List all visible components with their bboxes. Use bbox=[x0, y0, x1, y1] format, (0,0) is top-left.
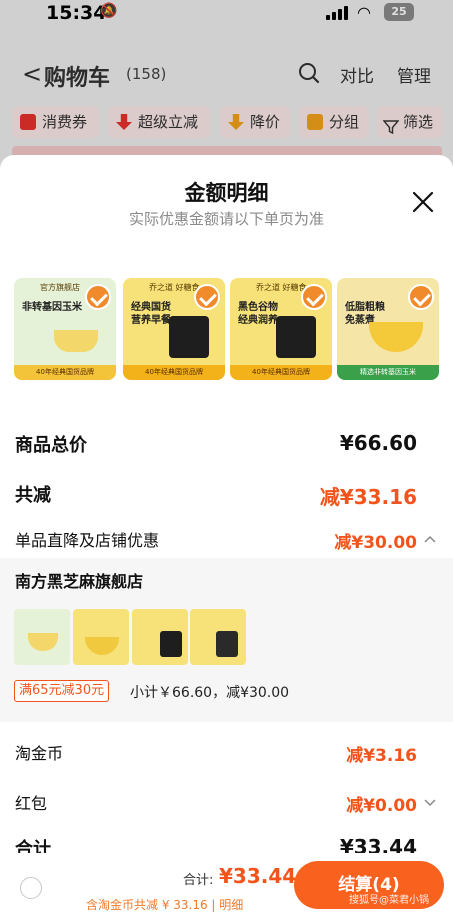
corn-paste-product-icon bbox=[369, 322, 423, 352]
store-discount-label: 单品直降及店铺优惠 bbox=[15, 531, 160, 550]
total-discount-label: 共减 bbox=[15, 485, 51, 506]
checked-icon[interactable] bbox=[408, 284, 434, 310]
select-all-radio[interactable] bbox=[20, 877, 42, 899]
corn-paste-product-icon bbox=[85, 637, 119, 655]
goods-total-label: 商品总价 bbox=[15, 435, 87, 456]
product-brand: 乔之道 好糖食 bbox=[149, 283, 200, 292]
selected-products-row: 官方旗舰店 非转基因玉米 40年经典国货品牌 乔之道 好糖食 经典国货 营养早餐… bbox=[0, 278, 453, 382]
taojinbi-label: 淘金币 bbox=[15, 744, 64, 763]
product-footer: 40年经典国货品牌 bbox=[123, 365, 225, 380]
sheet-subtitle: 实际优惠金额请以下单页为准 bbox=[128, 210, 324, 228]
close-icon[interactable] bbox=[410, 189, 436, 215]
product-footer: 精选非转基因玉米 bbox=[337, 365, 439, 380]
taojinbi-value: 减¥3.16 bbox=[346, 746, 417, 766]
checked-icon[interactable] bbox=[194, 284, 220, 310]
black-grain-product-icon bbox=[160, 631, 182, 657]
mini-product-thumbnail bbox=[14, 609, 70, 665]
product-thumbnail[interactable]: 官方旗舰店 非转基因玉米 40年经典国货品牌 bbox=[14, 278, 116, 380]
checked-icon[interactable] bbox=[85, 284, 111, 310]
product-thumbnail[interactable]: 乔之道 好糖食 经典国货 营养早餐 40年经典国货品牌 bbox=[123, 278, 225, 380]
product-footer: 40年经典国货品牌 bbox=[14, 365, 116, 380]
chevron-down-icon[interactable] bbox=[424, 799, 436, 807]
red-packet-row[interactable]: 红包 减¥0.00 bbox=[0, 785, 453, 817]
promo-subtotal: 小计￥66.60，减¥30.00 bbox=[130, 685, 290, 701]
mini-product-thumbnail bbox=[132, 609, 188, 665]
taojinbi-row: 淘金币 减¥3.16 bbox=[0, 735, 453, 767]
checkout-detail-link[interactable]: 含淘金币共减 ¥ 33.16 | 明细 bbox=[86, 896, 243, 913]
sheet-title: 金额明细 bbox=[184, 181, 269, 205]
goods-total-value: ¥66.60 bbox=[339, 431, 417, 455]
product-thumbnail[interactable]: 乔之道 好糖食 黑色谷物 经典润养 40年经典国货品牌 bbox=[230, 278, 332, 380]
total-discount-row: 共减 减¥33.16 bbox=[0, 477, 453, 513]
store-discount-value: 减¥30.00 bbox=[334, 533, 417, 553]
shop-name: 南方黑芝麻旗舰店 bbox=[15, 572, 144, 591]
promo-tag: 满65元减30元 bbox=[14, 680, 110, 702]
mini-product-thumbnail bbox=[190, 609, 246, 665]
checked-icon[interactable] bbox=[301, 284, 327, 310]
shop-discount-block: 南方黑芝麻旗舰店 满65元减30元 小计￥66.60，减¥30.00 bbox=[0, 558, 453, 722]
sesame-product-icon bbox=[216, 631, 238, 657]
product-line1: 非转基因玉米 bbox=[22, 302, 82, 313]
amount-detail-sheet: 金额明细 实际优惠金额请以下单页为准 官方旗舰店 非转基因玉米 40年经典国货品… bbox=[0, 155, 453, 915]
store-discount-row[interactable]: 单品直降及店铺优惠 减¥30.00 bbox=[0, 523, 453, 555]
checkout-total-label: 合计: bbox=[183, 873, 214, 888]
goods-total-row: 商品总价 ¥66.60 bbox=[0, 427, 453, 463]
red-packet-label: 红包 bbox=[15, 794, 48, 813]
corn-product-icon bbox=[54, 330, 98, 352]
sesame-product-icon bbox=[169, 316, 209, 358]
black-grain-product-icon bbox=[276, 316, 316, 358]
mini-product-thumbnail bbox=[73, 609, 129, 665]
red-packet-value: 减¥0.00 bbox=[346, 796, 417, 816]
product-footer: 40年经典国货品牌 bbox=[230, 365, 332, 380]
checkout-total-value: ¥33.44 bbox=[219, 864, 297, 888]
product-thumbnail[interactable]: 低脂粗粮 免蒸煮 精选非转基因玉米 bbox=[337, 278, 439, 380]
product-line2: 经典润养 bbox=[238, 315, 278, 326]
total-discount-value: 减¥33.16 bbox=[319, 485, 417, 509]
corn-product-icon bbox=[28, 633, 58, 651]
product-brand: 官方旗舰店 bbox=[40, 283, 80, 292]
product-brand: 乔之道 好糖食 bbox=[256, 283, 307, 292]
product-line2: 营养早餐 bbox=[131, 315, 171, 326]
chevron-up-icon[interactable] bbox=[424, 535, 436, 543]
watermark: 搜狐号@菜君小锅 bbox=[349, 895, 429, 906]
